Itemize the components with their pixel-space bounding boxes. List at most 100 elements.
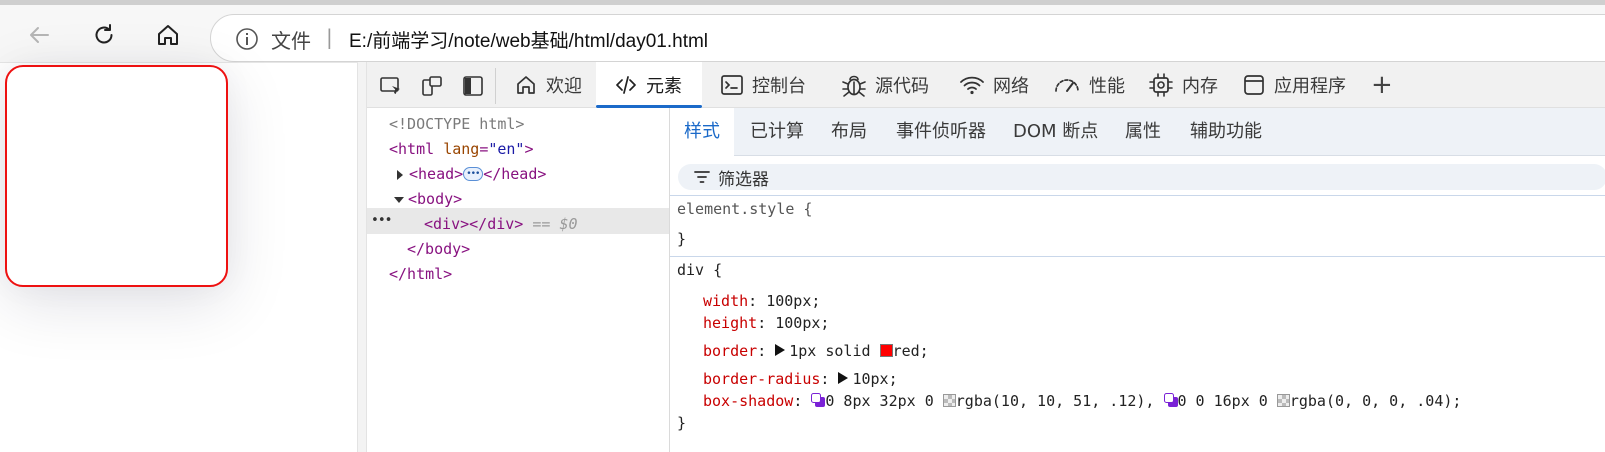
tab-label: 性能 xyxy=(1089,76,1125,97)
address-scheme-label: 文件 xyxy=(271,29,311,53)
prop-value: 100px; xyxy=(766,292,821,310)
html-tag-open: <html xyxy=(389,140,435,158)
styles-pane: 样式 已计算 布局 事件侦听器 DOM 断点 属性 辅助功能 筛选器 eleme… xyxy=(669,108,1605,452)
add-tab-button[interactable]: + xyxy=(1371,62,1393,108)
devtools-tabbar: 欢迎 元素 控制台 源代码 网络 性能 内存 应用程序 + xyxy=(367,62,1605,108)
tab-console[interactable]: 控制台 xyxy=(720,62,806,108)
tab-network[interactable]: 网络 xyxy=(959,62,1029,108)
subtab-styles[interactable]: 样式 xyxy=(670,108,734,156)
dom-html-open[interactable]: <html lang="en"> xyxy=(389,137,534,162)
css-decl-border[interactable]: border: 1px solid red; xyxy=(703,342,929,360)
arrow-left-icon xyxy=(30,27,49,43)
prop-name: box-shadow xyxy=(703,392,794,410)
expand-triangle-icon[interactable] xyxy=(775,343,786,356)
page-viewport xyxy=(0,62,358,452)
tab-label: 控制台 xyxy=(752,76,806,97)
devtools-panel: 欢迎 元素 控制台 源代码 网络 性能 内存 应用程序 + <!DOCTYPE … xyxy=(366,62,1605,452)
device-icon xyxy=(422,76,442,96)
shadow-editor-icon[interactable] xyxy=(811,392,826,407)
back-button[interactable] xyxy=(21,17,57,53)
rule-separator xyxy=(670,256,1605,257)
tab-memory[interactable]: 内存 xyxy=(1148,62,1218,108)
prop-value: 10px; xyxy=(852,370,898,388)
inspect-element-button[interactable] xyxy=(377,72,405,100)
plus-icon: + xyxy=(1371,70,1393,100)
prop-value: 1px solid xyxy=(789,342,871,360)
address-bar[interactable]: 文件 | E:/前端学习/note/web基础/html/day01.html xyxy=(210,14,1605,62)
subtab-event-listeners[interactable]: 事件侦听器 xyxy=(896,108,986,156)
prop-value: 0 8px 32px 0 xyxy=(825,392,934,410)
device-emulation-button[interactable] xyxy=(418,72,446,100)
filter-placeholder: 筛选器 xyxy=(718,170,769,190)
toggle-sidebar-button[interactable] xyxy=(459,72,487,100)
color-swatch-icon[interactable] xyxy=(1276,394,1290,407)
tab-elements[interactable]: 元素 xyxy=(596,62,702,108)
wifi-icon xyxy=(960,76,984,95)
sidebar-icon xyxy=(463,76,483,96)
prop-value-color: red; xyxy=(892,342,929,360)
tab-label: 欢迎 xyxy=(546,76,582,97)
lang-attr-value: "en" xyxy=(488,140,525,158)
dom-head-row[interactable]: <head> </head> xyxy=(396,162,546,187)
subtab-accessibility[interactable]: 辅助功能 xyxy=(1190,108,1262,156)
tab-sources[interactable]: 源代码 xyxy=(841,62,929,108)
lang-attr-name: lang xyxy=(443,140,480,158)
caret-right-icon[interactable] xyxy=(396,169,404,180)
element-style-selector[interactable]: element.style { xyxy=(677,200,812,218)
subtab-properties[interactable]: 属性 xyxy=(1125,108,1161,156)
dom-tree: <!DOCTYPE html> <html lang="en"> <head><… xyxy=(367,108,669,452)
color-swatch-icon[interactable] xyxy=(942,394,956,407)
address-separator: | xyxy=(326,25,333,49)
filter-icon xyxy=(694,171,710,183)
prop-name: width xyxy=(703,292,749,310)
dom-body-open[interactable]: <body> xyxy=(394,187,462,212)
tab-label: 元素 xyxy=(646,76,682,97)
css-decl-height[interactable]: height: 100px; xyxy=(703,314,829,332)
prop-name: border xyxy=(703,342,758,360)
window-icon xyxy=(1244,75,1264,95)
rendered-div-box[interactable] xyxy=(5,65,228,287)
home-icon xyxy=(158,25,178,45)
tab-application[interactable]: 应用程序 xyxy=(1242,62,1346,108)
shadow-editor-icon[interactable] xyxy=(1163,392,1178,407)
color-swatch-icon[interactable] xyxy=(879,344,893,357)
filter-row: 筛选器 xyxy=(670,156,1605,196)
head-tag-open: <head> xyxy=(409,165,464,183)
tab-welcome[interactable]: 欢迎 xyxy=(514,62,582,108)
refresh-button[interactable] xyxy=(86,17,122,53)
address-url[interactable]: E:/前端学习/note/web基础/html/day01.html xyxy=(349,26,708,53)
subtab-layout[interactable]: 布局 xyxy=(831,108,867,156)
css-decl-border-radius[interactable]: border-radius: 10px; xyxy=(703,370,898,388)
head-tag-close: </head> xyxy=(483,165,547,183)
styles-filter-input[interactable]: 筛选器 xyxy=(678,164,1605,190)
div-rule-selector[interactable]: div { xyxy=(677,261,722,279)
caret-down-icon[interactable] xyxy=(394,196,404,204)
tab-performance[interactable]: 性能 xyxy=(1053,62,1125,108)
home-button[interactable] xyxy=(150,17,186,53)
dom-div-selected[interactable]: <div></div> == $0 xyxy=(424,212,578,237)
css-decl-width[interactable]: width: 100px; xyxy=(703,292,820,310)
dom-html-close[interactable]: </html> xyxy=(389,262,452,287)
info-icon[interactable] xyxy=(235,27,259,51)
subtab-dom-breakpoints[interactable]: DOM 断点 xyxy=(1013,108,1098,156)
tab-label: 内存 xyxy=(1182,76,1218,97)
inspect-icon xyxy=(380,77,400,94)
expand-triangle-icon[interactable] xyxy=(838,371,849,384)
element-style-close: } xyxy=(677,230,687,248)
code-icon xyxy=(616,76,636,94)
body-tag-open: <body> xyxy=(408,190,463,208)
tab-label: 源代码 xyxy=(875,76,929,97)
dom-doctype[interactable]: <!DOCTYPE html> xyxy=(389,112,524,137)
collapsed-ellipsis-icon[interactable] xyxy=(463,162,484,187)
subtab-computed[interactable]: 已计算 xyxy=(750,108,804,156)
styles-subtabs: 样式 已计算 布局 事件侦听器 DOM 断点 属性 辅助功能 xyxy=(670,108,1605,156)
row-menu-icon[interactable]: ••• xyxy=(371,208,393,233)
refresh-icon xyxy=(95,24,113,44)
prop-name: height xyxy=(703,314,758,332)
div-tag: <div></div> xyxy=(424,215,524,233)
dollar-zero-marker: == $0 xyxy=(532,215,578,233)
css-decl-box-shadow[interactable]: box-shadow: 0 8px 32px 0 rgba(10, 10, 51… xyxy=(703,392,1461,410)
prop-value: 0 0 16px 0 xyxy=(1177,392,1268,410)
dom-body-close[interactable]: </body> xyxy=(407,237,470,262)
tabbar-divider xyxy=(495,68,496,104)
